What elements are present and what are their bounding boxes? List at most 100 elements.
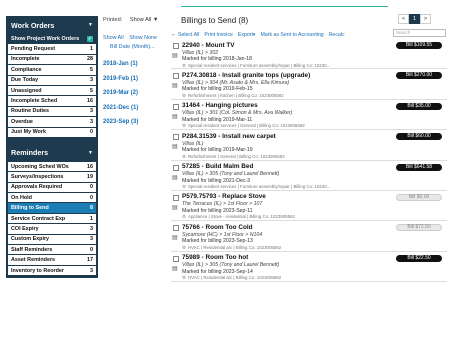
billing-row[interactable]: ▤ 57285 - Build Malm Bed Villas (IL) > 305…	[171, 161, 447, 191]
select-all-button[interactable]: Select All	[178, 32, 199, 38]
reminders-header[interactable]: Reminders ▼	[6, 144, 98, 162]
recalc-button[interactable]: Recalc	[329, 32, 345, 38]
sidebar-item-label: Routine Duties	[11, 108, 50, 115]
sidebar-item[interactable]: Inventory to Reorder 3	[8, 265, 96, 276]
collapse-icon[interactable]: ▼	[88, 22, 93, 28]
current-page[interactable]: 1	[409, 14, 420, 24]
printed-select[interactable]: Show All ▼	[130, 17, 159, 23]
meta-text: Refurbishment | General | Billing Co: 10…	[187, 153, 285, 159]
marked-for-billing: Marked for billing 2023-Sep-14	[182, 268, 253, 275]
sidebar-item[interactable]: Compliance 5	[8, 65, 96, 75]
show-all-link[interactable]: Show All	[103, 35, 124, 41]
sidebar-item[interactable]: Routine Duties 3	[8, 106, 96, 117]
bill-button[interactable]: Bill $270.00	[396, 72, 442, 80]
sidebar-item[interactable]: Incomplete 28	[8, 54, 96, 65]
billing-row[interactable]: ▤ P274.30818 - Install granite tops (upgr…	[171, 69, 447, 100]
bill-button[interactable]: Bill $60.00	[396, 133, 442, 141]
sidebar-item-count: 3	[90, 108, 93, 115]
work-order-location: The Terraces (IL) > 1st Floor > 107	[182, 201, 263, 208]
next-page-button[interactable]: >	[420, 14, 431, 24]
sidebar-item[interactable]: Just My Work 0	[8, 127, 96, 137]
work-order-title[interactable]: 75989 - Room Too hot	[182, 254, 248, 261]
row-checkbox[interactable]	[173, 43, 179, 49]
row-checkbox[interactable]	[173, 164, 179, 171]
sidebar-item[interactable]: Surveys/Inspections 19	[8, 172, 96, 182]
show-project-work-orders-toggle[interactable]: Show Project Work Orders ✓	[8, 34, 96, 44]
sidebar-item[interactable]: Pending Request 1	[8, 44, 96, 54]
row-checkbox[interactable]	[173, 134, 179, 141]
sidebar-item[interactable]: Billing to Send 8	[8, 203, 96, 213]
billing-row[interactable]: ▤ 31464 - Hanging pictures Villas (IL) > 3…	[171, 100, 447, 131]
sidebar-item-count: 3	[90, 118, 93, 125]
bill-button[interactable]: Bill $22.50	[396, 254, 442, 262]
row-checkbox[interactable]	[173, 194, 179, 201]
toolbar: ⌐ Select All Print Invoice Export▾ Mark …	[172, 30, 386, 39]
reminders-title: Reminders	[11, 148, 49, 158]
document-icon: ▤	[172, 204, 178, 211]
sidebar-item-label: Billing to Send	[11, 205, 49, 212]
work-order-location: Sycamore (HC) > 1st Floor > N104	[182, 231, 263, 238]
sidebar-item[interactable]: Upcoming Sched WOs 16	[8, 161, 96, 172]
row-checkbox[interactable]	[173, 225, 179, 232]
sidebar-item[interactable]: On Hold 0	[8, 193, 96, 203]
sidebar-item-count: 3	[90, 236, 93, 243]
date-filter-item[interactable]: 2023-Sep (3)	[103, 115, 138, 130]
filter-icon[interactable]: ⌐	[172, 32, 175, 38]
sidebar-item[interactable]: COI Expiry 3	[8, 224, 96, 234]
billing-row[interactable]: ▤ P284.31539 - Install new carpet Villas (…	[171, 130, 447, 161]
work-order-title[interactable]: 75766 - Room Too Cold	[182, 224, 253, 231]
work-order-title[interactable]: 31464 - Hanging pictures	[182, 102, 258, 109]
work-orders-header[interactable]: Work Orders ▼	[6, 16, 98, 34]
sidebar-item[interactable]: Asset Reminders 17	[8, 255, 96, 265]
bill-button[interactable]: Bill $641.58	[396, 163, 442, 171]
date-filter-item[interactable]: 2019-Feb (1)	[103, 72, 138, 87]
sidebar-item[interactable]: Approvals Required 0	[8, 182, 96, 193]
row-checkbox[interactable]	[173, 255, 179, 262]
work-order-title[interactable]: P579.75793 - Replace Stove	[182, 193, 266, 200]
show-none-link[interactable]: Show None	[129, 35, 157, 41]
document-icon: ▤	[172, 144, 178, 151]
row-checkbox[interactable]	[173, 103, 179, 110]
work-order-title[interactable]: 57285 - Build Malm Bed	[182, 163, 253, 170]
work-order-title[interactable]: 22940 - Mount TV	[182, 42, 235, 49]
date-filter-item[interactable]: 2021-Dec (1)	[103, 101, 138, 116]
billing-row[interactable]: ▤ 22940 - Mount TV Villas (IL) > 302 Marked…	[171, 39, 447, 70]
bill-date-dropdown[interactable]: Bill Date (Month)...	[110, 44, 155, 50]
work-order-meta: ⚙ Refurbishment | General | Billing Co: 1…	[182, 154, 285, 160]
bill-button[interactable]: Bill $109.55	[396, 42, 442, 49]
search-input[interactable]: Search	[393, 29, 446, 37]
work-order-meta: ⚙ Appliance | Stove - residential | Billi…	[182, 214, 295, 220]
document-icon: ▤	[172, 53, 178, 59]
bill-button[interactable]: Bill $72.50	[396, 224, 442, 232]
marked-for-billing: Marked for billing 2021-Dec-3	[182, 177, 251, 184]
printed-filter: Printed: Show All ▼	[103, 17, 158, 23]
show-project-label: Show Project Work Orders	[11, 35, 80, 42]
sidebar-item-count: 19	[87, 173, 93, 180]
billing-row[interactable]: ▤ 75989 - Room Too hot Villas (IL) > 305 (…	[171, 252, 447, 283]
sidebar-item[interactable]: Staff Reminders 0	[8, 245, 96, 255]
print-invoice-button[interactable]: Print Invoice	[204, 32, 233, 38]
mark-sent-button[interactable]: Mark as Sent to Accounting	[261, 32, 324, 38]
checkbox-checked-icon[interactable]: ✓	[87, 35, 93, 42]
meta-text: Appliance | Stove - residential | Billin…	[187, 214, 295, 220]
export-button[interactable]: Export▾	[238, 32, 256, 38]
sidebar-item[interactable]: Due Today 3	[8, 75, 96, 85]
sidebar-item[interactable]: Service Contract Exp 1	[8, 213, 96, 224]
sidebar-item[interactable]: Incomplete Sched 16	[8, 96, 96, 106]
bill-button[interactable]: Bill $0.00	[396, 193, 442, 201]
row-checkbox[interactable]	[173, 73, 179, 80]
bill-button[interactable]: Bill $35.00	[396, 102, 442, 110]
sidebar-item[interactable]: Custom Expiry 3	[8, 234, 96, 245]
work-order-title[interactable]: P274.30818 - Install granite tops (upgra…	[182, 72, 310, 79]
collapse-icon[interactable]: ▼	[88, 150, 93, 156]
sidebar-item[interactable]: Unassigned 5	[8, 85, 96, 96]
date-filter-item[interactable]: 2019-Mar (2)	[103, 86, 138, 101]
prev-page-button[interactable]: <	[398, 14, 409, 24]
billing-row[interactable]: ▤ 75766 - Room Too Cold Sycamore (HC) > 1s…	[171, 221, 447, 252]
work-order-location: Villas (IL) > 305 (Tony and Laurel Benne…	[182, 171, 280, 178]
gear-icon: ⚙	[182, 184, 186, 190]
billing-row[interactable]: ▤ P579.75793 - Replace Stove The Terraces …	[171, 191, 447, 222]
work-order-title[interactable]: P284.31539 - Install new carpet	[182, 133, 276, 140]
date-filter-item[interactable]: 2018-Jan (1)	[103, 57, 138, 72]
sidebar-item[interactable]: Overdue 3	[8, 117, 96, 127]
